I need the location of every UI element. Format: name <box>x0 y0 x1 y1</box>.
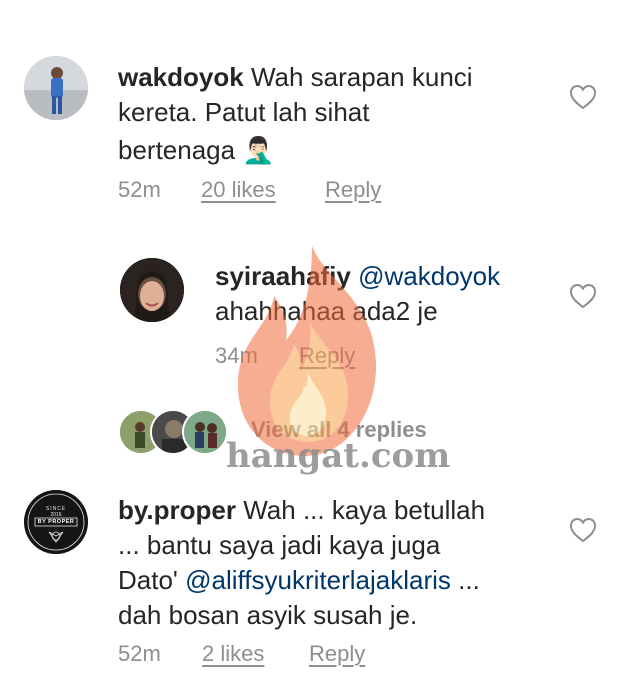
avatar-photo-icon <box>120 258 184 322</box>
comment-line: ahahhahaa ada2 je <box>215 296 438 326</box>
timestamp: 52m <box>118 641 161 666</box>
username-syiraahafiy[interactable]: syiraahafiy <box>215 261 351 291</box>
timestamp: 34m <box>215 343 258 368</box>
comment-meta-by-proper: 52m 2 likes Reply <box>118 640 518 670</box>
reply-button[interactable]: Reply <box>299 342 355 370</box>
avatar-syiraahafiy[interactable] <box>120 258 184 322</box>
like-heart-icon[interactable] <box>569 84 597 110</box>
comment-line: Wah ... kaya betullah <box>243 495 486 525</box>
avatar-by-proper[interactable]: SINCE 2016 BY PROPER <box>24 490 88 554</box>
comment-meta-wakdoyok: 52m 20 likes Reply <box>118 176 518 206</box>
comment-text-by-proper: by.proper Wah ... kaya betullah ... bant… <box>118 493 558 633</box>
comment-text-syiraahafiy: syiraahafiy @wakdoyok ahahhahaa ada2 je <box>215 259 555 329</box>
comment-line: Dato' <box>118 565 178 595</box>
facepalm-emoji-icon: 🤦🏻‍♂️ <box>242 135 275 165</box>
comment-meta-syiraahafiy: 34m Reply <box>215 342 515 372</box>
view-all-replies-button[interactable]: View all 4 replies <box>251 417 427 443</box>
reply-avatars-stack[interactable] <box>118 409 228 455</box>
comment-text-wakdoyok: wakdoyok Wah sarapan kunci kereta. Patut… <box>118 60 558 168</box>
comment-line: ... bantu saya jadi kaya juga <box>118 530 441 560</box>
like-heart-icon[interactable] <box>569 517 597 543</box>
username-by-proper[interactable]: by.proper <box>118 495 236 525</box>
avatar-small <box>182 409 228 455</box>
timestamp: 52m <box>118 177 161 202</box>
like-heart-icon[interactable] <box>569 283 597 309</box>
likes-link[interactable]: 2 likes <box>202 640 264 668</box>
comment-line: bertenaga <box>118 135 236 165</box>
comment-line: kereta. Patut lah sihat <box>118 97 370 127</box>
reply-button[interactable]: Reply <box>309 640 365 668</box>
avatar-photo-icon <box>24 56 88 120</box>
logo-year-text: 2016 <box>50 512 62 518</box>
mention-link[interactable]: @wakdoyok <box>358 261 500 291</box>
comment-line: ... <box>458 565 480 595</box>
reply-button[interactable]: Reply <box>325 176 381 204</box>
comment-line: Wah sarapan kunci <box>250 62 473 92</box>
logo-label-text: BY PROPER <box>37 519 75 525</box>
likes-link[interactable]: 20 likes <box>201 176 276 204</box>
mention-link[interactable]: @aliffsyukriterlajaklaris <box>185 565 451 595</box>
comment-line: dah bosan asyik susah je. <box>118 600 418 630</box>
username-wakdoyok[interactable]: wakdoyok <box>118 62 244 92</box>
avatar-wakdoyok[interactable] <box>24 56 88 120</box>
